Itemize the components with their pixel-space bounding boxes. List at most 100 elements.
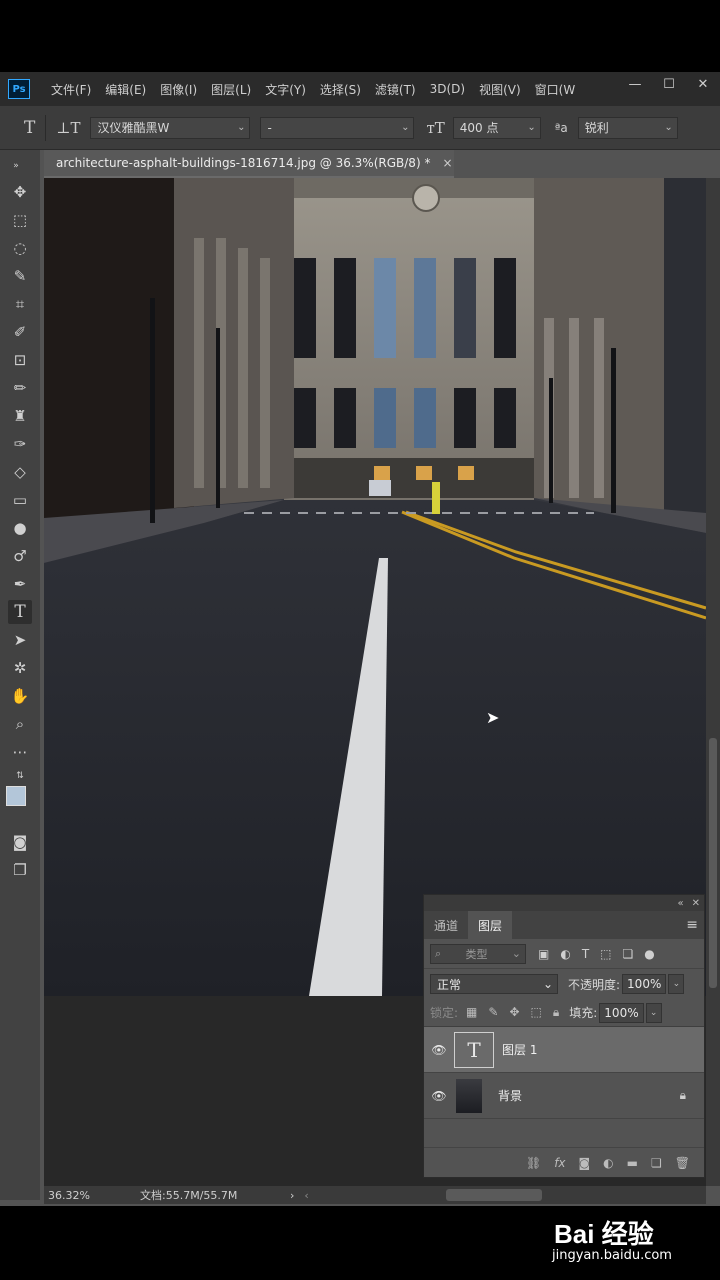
new-group-icon[interactable]: ▬ [627,1156,638,1170]
healing-brush-tool-icon[interactable]: ⊡ [8,348,32,372]
type-tool-icon[interactable]: T [24,118,35,138]
text-orientation-icon[interactable]: ⊥T [56,119,80,137]
close-window-button[interactable]: ✕ [686,72,720,96]
eyedropper-tool-icon[interactable]: ✐ [8,320,32,344]
panel-tabs: 通道 图层 ≡ [424,911,704,939]
opacity-input[interactable]: 100% [622,974,667,994]
menu-window[interactable]: 窗口(W [528,81,583,98]
panel-menu-icon[interactable]: ≡ [686,917,698,933]
lock-transparency-icon[interactable]: ▦ [466,1005,477,1020]
fill-dropdown-icon[interactable]: ⌄ [645,1002,662,1023]
menu-edit[interactable]: 编辑(E) [98,81,153,98]
swap-colors-icon[interactable]: ⇅ [8,764,32,788]
filter-type-icon[interactable]: T [582,947,589,961]
filter-shape-icon[interactable]: ⬚ [600,947,611,961]
foreground-color-swatch[interactable] [6,786,26,806]
hand-tool-icon[interactable]: ✋ [8,684,32,708]
filter-adjustment-icon[interactable]: ◐ [560,947,570,961]
new-layer-icon[interactable]: ❏ [651,1156,662,1170]
close-icon[interactable]: × [442,156,452,170]
layer-row[interactable]: 👁︎ 背景 🔒︎ [424,1073,704,1119]
menu-layer[interactable]: 图层(L) [204,81,258,98]
filter-pixel-icon[interactable]: ▣ [538,947,549,961]
document-title: architecture-asphalt-buildings-1816714.j… [56,156,431,170]
menu-file[interactable]: 文件(F) [44,81,98,98]
menu-filter[interactable]: 滤镜(T) [368,81,423,98]
type-tool-icon[interactable]: T [8,600,32,624]
status-menu-arrow[interactable]: › [290,1189,294,1202]
history-brush-tool-icon[interactable]: ✑ [8,432,32,456]
eraser-tool-icon[interactable]: ◇ [8,460,32,484]
blur-tool-icon[interactable]: ● [8,516,32,540]
path-selection-tool-icon[interactable]: ➤ [8,628,32,652]
eye-icon[interactable]: 👁︎ [424,1089,454,1103]
link-layers-icon[interactable]: ⛓ [526,1156,541,1170]
zoom-level[interactable]: 36.32% [48,1189,134,1202]
horizontal-scroll-thumb[interactable] [446,1189,542,1201]
opacity-label: 不透明度: [568,977,621,992]
chevron-down-icon: ⌄ [401,122,410,133]
font-family-select[interactable]: 汉仪雅酷黑W ⌄ [90,116,251,139]
options-bar: T ⊥T 汉仪雅酷黑W ⌄ - ⌄ ᴛT 400 点 ⌄ ªa 锐利 ⌄ [0,106,720,150]
chevron-down-icon: ⌄ [542,977,553,991]
opacity-dropdown-icon[interactable]: ⌄ [668,974,685,994]
clone-stamp-tool-icon[interactable]: ♜ [8,404,32,428]
move-tool-icon[interactable]: ✥ [8,180,32,204]
vertical-scrollbar[interactable] [706,178,720,1186]
marquee-tool-icon[interactable]: ⬚ [8,208,32,232]
menu-image[interactable]: 图像(I) [153,81,204,98]
eye-icon[interactable]: 👁︎ [424,1043,454,1057]
custom-shape-tool-icon[interactable]: ✲ [8,656,32,680]
menu-select[interactable]: 选择(S) [313,81,368,98]
lasso-tool-icon[interactable]: ◌ [8,236,32,260]
filter-smart-object-icon[interactable]: ❏ [623,947,634,961]
expand-icon[interactable]: » [4,154,28,178]
layer-filter-select[interactable]: ⌕ 类型 ⌄ [430,943,526,964]
layer-name[interactable]: 图层 1 [502,1041,704,1058]
add-mask-icon[interactable]: ◙ [579,1156,591,1170]
layer-row[interactable]: 👁︎ T 图层 1 [424,1027,704,1073]
gradient-tool-icon[interactable]: ▭ [8,488,32,512]
tab-channels[interactable]: 通道 [424,911,468,939]
scroll-left-icon[interactable]: ‹ [304,1189,308,1202]
more-tools-icon[interactable]: ⋯ [8,740,32,764]
screen-mode-icon[interactable]: ❐ [8,858,32,882]
blend-mode-select[interactable]: 正常 ⌄ [430,974,558,994]
lock-all-icon[interactable]: 🔒︎ [553,1005,559,1020]
divider [45,114,47,141]
menu-3d[interactable]: 3D(D) [423,82,472,96]
tab-layers[interactable]: 图层 [468,911,513,939]
font-style-select[interactable]: - ⌄ [260,116,415,139]
adjustment-layer-icon[interactable]: ◐ [603,1156,613,1170]
crop-tool-icon[interactable]: ⌗ [8,292,32,316]
lock-artboard-icon[interactable]: ⬚ [531,1005,542,1020]
blend-row: 正常 ⌄ 不透明度: 100% ⌄ [424,969,704,999]
quick-mask-icon[interactable]: ◙ [8,830,32,854]
zoom-tool-icon[interactable]: ⌕ [8,712,32,736]
lock-position-icon[interactable]: ✥ [509,1005,519,1020]
layer-thumbnail: T [454,1031,494,1068]
document-tab[interactable]: architecture-asphalt-buildings-1816714.j… [44,150,454,178]
maximize-button[interactable]: ☐ [652,72,686,96]
layer-name[interactable]: 背景 [498,1087,680,1104]
delete-layer-icon[interactable]: 🗑︎ [675,1156,690,1170]
lock-pixels-icon[interactable]: ✎ [488,1005,498,1020]
fill-input[interactable]: 100% [599,1002,644,1023]
panel-footer: ⛓ fx ◙ ◐ ▬ ❏ 🗑︎ [424,1147,704,1177]
vertical-scroll-thumb[interactable] [709,738,717,988]
dodge-tool-icon[interactable]: ♂ [8,544,32,568]
font-size-input[interactable]: 400 点 ⌄ [452,116,541,139]
mouse-cursor-icon: ➤ [486,708,500,727]
filter-toggle-icon[interactable]: ● [644,947,654,961]
panel-header: « ✕ [424,895,704,911]
fx-icon[interactable]: fx [554,1156,565,1170]
collapse-icon[interactable]: « [677,898,683,909]
close-icon[interactable]: ✕ [692,898,700,909]
menu-type[interactable]: 文字(Y) [258,81,313,98]
quick-select-tool-icon[interactable]: ✎ [8,264,32,288]
pen-tool-icon[interactable]: ✒ [8,572,32,596]
brush-tool-icon[interactable]: ✏ [8,376,32,400]
menu-view[interactable]: 视图(V) [472,81,528,98]
antialias-select[interactable]: 锐利 ⌄ [577,116,678,139]
minimize-button[interactable]: — [618,72,652,96]
